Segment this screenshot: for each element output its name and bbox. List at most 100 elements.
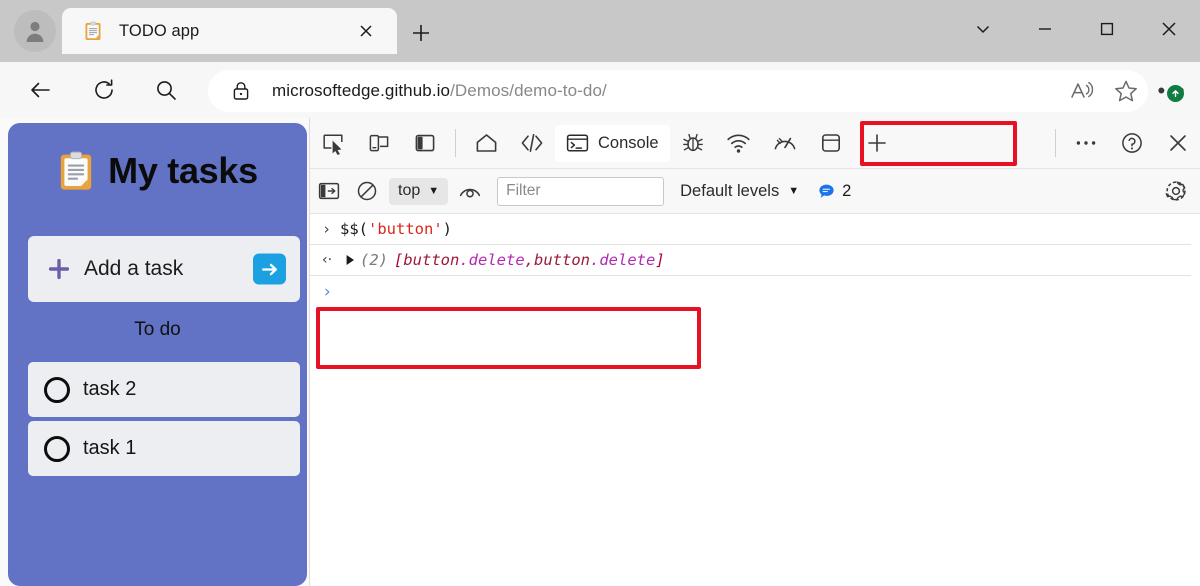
add-devtools-tab-button[interactable] xyxy=(854,118,900,169)
todo-task-list: task 2 task 1 xyxy=(28,362,300,480)
devtools-tabbar-actions xyxy=(1048,118,1200,169)
console-filter-input[interactable] xyxy=(497,176,665,206)
favorite-button[interactable] xyxy=(1104,70,1148,112)
search-icon xyxy=(157,81,176,100)
console-message-count[interactable]: 2 xyxy=(818,182,851,201)
toolbar-divider xyxy=(455,129,456,157)
lock-icon xyxy=(233,82,249,100)
address-bar-actions xyxy=(1060,70,1148,112)
tab-actions-menu-button[interactable] xyxy=(952,0,1014,58)
devtools-settings-button[interactable] xyxy=(1151,169,1200,214)
clear-console-icon xyxy=(357,181,377,201)
console-log-levels-selector[interactable]: Default levels ▼ xyxy=(680,182,799,201)
elements-icon xyxy=(521,134,543,152)
task-checkbox-circle-icon[interactable] xyxy=(44,435,70,462)
arrow-right-icon xyxy=(261,263,277,275)
profile-avatar[interactable] xyxy=(14,10,56,52)
task-list-item[interactable]: task 2 xyxy=(28,362,300,417)
minimize-button[interactable] xyxy=(1014,0,1076,58)
tab-elements[interactable] xyxy=(509,118,555,169)
speech-bubble-icon xyxy=(819,184,834,198)
add-task-submit-button[interactable] xyxy=(253,253,286,285)
performance-icon xyxy=(774,137,795,150)
console-command-line[interactable]: › xyxy=(310,276,1200,308)
debugger-bug-icon xyxy=(682,133,703,152)
more-tools-button[interactable] xyxy=(1063,118,1109,169)
tab-title: TODO app xyxy=(119,21,200,40)
tab-close-button[interactable] xyxy=(353,18,379,44)
live-expression-button[interactable] xyxy=(451,169,489,214)
console-messages-highlight-box xyxy=(316,307,701,369)
clipboard-icon xyxy=(85,21,101,40)
browser-tab[interactable]: TODO app xyxy=(62,8,397,54)
console-output-area[interactable]: › $$('button') ‹· (2) [button .delete, bu… xyxy=(310,214,1200,584)
account-avatar-icon xyxy=(26,21,44,42)
clear-console-button[interactable] xyxy=(348,169,386,214)
device-emulation-button[interactable] xyxy=(356,118,402,169)
tab-welcome[interactable] xyxy=(463,118,509,169)
close-icon xyxy=(1162,22,1176,36)
more-tools-icon xyxy=(1076,141,1096,145)
task-checkbox-circle-icon[interactable] xyxy=(44,376,70,403)
console-input-prompt-icon: › xyxy=(322,220,332,238)
chevron-down-icon xyxy=(976,25,990,34)
close-icon xyxy=(1170,135,1186,151)
console-array-close-bracket: ] xyxy=(655,251,665,269)
devtools-panel: Console top ▼ Filter Default levels ▼ 2 … xyxy=(309,118,1200,586)
devtools-help-button[interactable] xyxy=(1109,118,1155,169)
triangle-right-icon xyxy=(346,255,354,265)
close-icon xyxy=(360,25,372,37)
devtools-tab-bar: Console xyxy=(310,118,1200,169)
tab-network[interactable] xyxy=(716,118,762,169)
tab-sources[interactable] xyxy=(670,118,716,169)
tab-application[interactable] xyxy=(808,118,854,169)
console-array-open-bracket: [ xyxy=(394,251,404,269)
console-output-message[interactable]: ‹· (2) [button .delete, button .delete] xyxy=(310,245,1191,276)
plus-icon xyxy=(48,258,70,280)
arrow-up-icon xyxy=(1172,90,1179,98)
task-list-item[interactable]: task 1 xyxy=(28,421,300,476)
back-button[interactable] xyxy=(22,72,58,108)
home-icon xyxy=(476,133,496,152)
console-log-levels-label: Default levels xyxy=(680,181,780,200)
console-array-item-tag: button xyxy=(403,251,460,269)
address-bar[interactable]: microsoftedge.github.io/Demos/demo-to-do… xyxy=(208,70,1148,112)
page-title: My tasks xyxy=(108,150,258,191)
expand-array-triangle-icon[interactable] xyxy=(340,254,360,266)
console-array-count: (2) xyxy=(360,251,388,269)
browser-settings-button[interactable]: ••• xyxy=(1150,76,1194,106)
add-task-input-row[interactable]: Add a task xyxy=(28,236,300,302)
read-aloud-icon xyxy=(1071,81,1094,98)
chevron-down-icon: ▼ xyxy=(788,184,800,197)
url-path: /Demos/demo-to-do/ xyxy=(450,81,607,100)
console-terminal-icon xyxy=(566,134,589,152)
url-host: microsoftedge.github.io xyxy=(272,81,451,100)
close-devtools-button[interactable] xyxy=(1155,118,1200,169)
read-aloud-button[interactable] xyxy=(1060,70,1104,112)
tab-console[interactable]: Console xyxy=(555,124,670,162)
new-tab-button[interactable] xyxy=(404,18,438,48)
todo-section-label: To do xyxy=(134,319,181,340)
dock-side-icon xyxy=(415,134,435,152)
application-icon xyxy=(821,134,840,152)
tab-performance[interactable] xyxy=(762,118,808,169)
reload-icon xyxy=(95,79,113,99)
window-controls xyxy=(952,0,1200,58)
console-context-selector[interactable]: top ▼ xyxy=(389,177,449,205)
back-arrow-icon xyxy=(31,82,50,98)
search-button[interactable] xyxy=(148,72,184,108)
network-icon xyxy=(727,134,750,153)
close-window-button[interactable] xyxy=(1138,0,1200,58)
console-context-value: top xyxy=(398,182,421,199)
inspect-element-button[interactable] xyxy=(310,118,356,169)
console-sidebar-toggle[interactable] xyxy=(310,169,348,214)
task-label: task 2 xyxy=(83,378,137,400)
maximize-button[interactable] xyxy=(1076,0,1138,58)
console-array-separator: , xyxy=(524,251,535,269)
reload-button[interactable] xyxy=(86,72,122,108)
add-task-input[interactable]: Add a task xyxy=(84,257,183,281)
console-input-message[interactable]: › $$('button') xyxy=(310,214,1191,245)
dock-side-button[interactable] xyxy=(402,118,448,169)
web-page-content: My tasks Add a task To do task 2 task 1 xyxy=(0,118,309,586)
console-array-item-class: .delete xyxy=(459,251,525,269)
